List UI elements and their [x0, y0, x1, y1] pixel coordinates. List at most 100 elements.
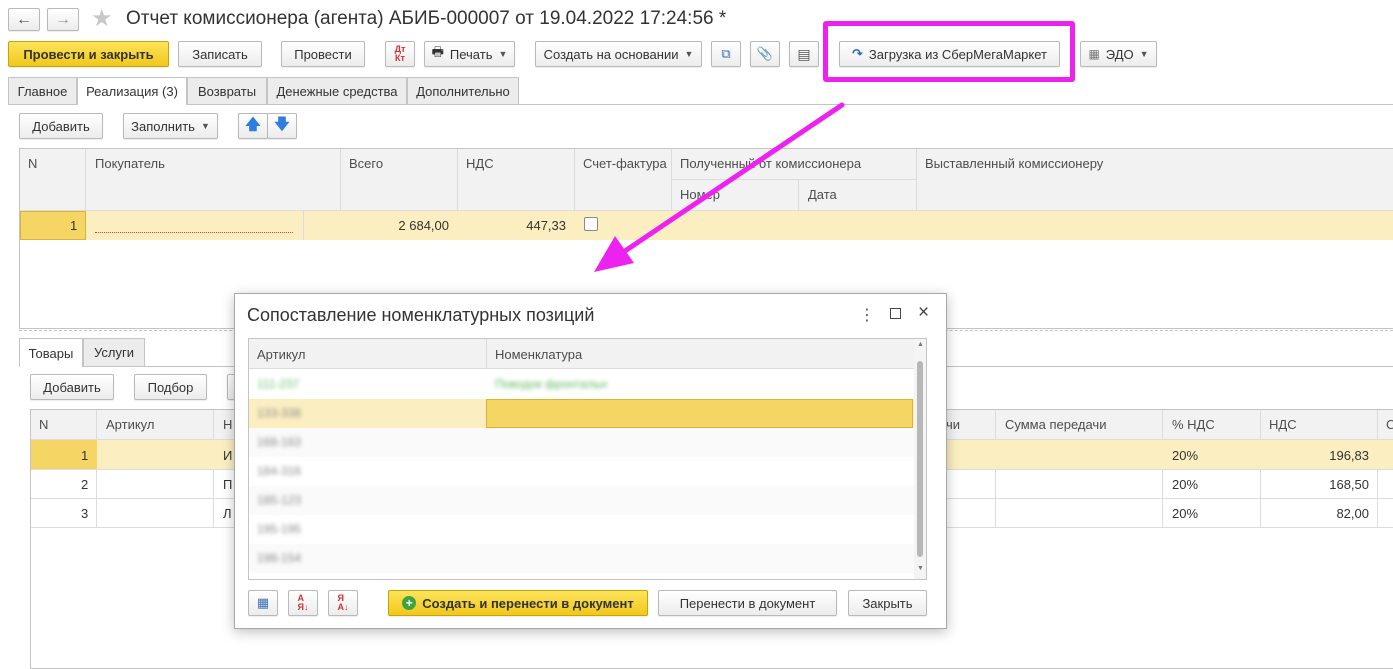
arrow-right-icon: → [55, 10, 71, 28]
tab-services[interactable]: Услуги [83, 338, 145, 366]
sales-fill-button[interactable]: Заполнить ▼ [123, 113, 218, 139]
col-article: Артикул [257, 347, 306, 362]
scroll-up-icon[interactable]: ▲ [917, 341, 924, 348]
vat-cell[interactable]: 196,83 [1329, 448, 1369, 463]
structure-button[interactable]: ⧉ [711, 41, 741, 67]
row-number: 3 [81, 506, 89, 521]
nomenclature-cell[interactable]: Л [223, 506, 232, 521]
col-nomenclature: Номенклатура [495, 347, 583, 362]
dialog-title: Сопоставление номенклатурных позиций [247, 305, 595, 325]
transfer-button[interactable]: Перенести в документ [658, 590, 837, 616]
vat-cell[interactable]: 82,00 [1336, 506, 1369, 521]
sort-desc-button[interactable]: Я А↓ [328, 590, 358, 616]
sort-asc-button[interactable]: А Я↓ [288, 590, 318, 616]
row-number: 1 [70, 218, 78, 233]
row-number: 1 [81, 448, 89, 463]
edo-label: ЭДО [1105, 46, 1134, 62]
arrow-down-icon: 🡇 [274, 115, 290, 133]
create-based-button[interactable]: Создать на основании ▼ [535, 41, 702, 67]
close-icon[interactable]: × [918, 302, 929, 324]
maximize-icon[interactable] [890, 308, 901, 319]
chevron-down-icon: ▼ [498, 49, 508, 59]
divider [486, 339, 487, 369]
fill-label: Заполнить [131, 118, 195, 134]
scroll-thumb[interactable] [917, 361, 923, 557]
list-item[interactable] [249, 428, 914, 457]
col-nomenclature: Н [223, 417, 233, 432]
chevron-down-icon: ▼ [684, 49, 694, 59]
scroll-down-icon[interactable]: ▼ [917, 565, 924, 572]
select-label: Подбор [147, 379, 194, 395]
dialog-tool-button[interactable]: ▦ [248, 590, 278, 616]
create-and-transfer-button[interactable]: + Создать и перенести в документ [388, 590, 648, 616]
vat-cell[interactable]: 447,33 [526, 218, 566, 233]
tab-main[interactable]: Главное [8, 77, 77, 104]
save-button[interactable]: Записать [178, 41, 262, 67]
page-title: Отчет комиссионера (агента) АБИБ-000007 … [126, 8, 727, 29]
goods-add-button[interactable]: Добавить [30, 374, 114, 400]
tab-label: Дополнительно [416, 83, 510, 99]
move-down-button[interactable]: 🡇 [267, 113, 297, 139]
print-label: Печать [449, 46, 493, 62]
move-up-button[interactable]: 🡅 [238, 113, 268, 139]
vat-rate-cell[interactable]: 20% [1172, 448, 1198, 463]
edo-button[interactable]: ▦ ЭДО ▼ [1080, 41, 1157, 67]
col-vat-rate: % НДС [1172, 417, 1215, 432]
article-cell: 133-338 [257, 406, 302, 420]
arrow-left-icon: ← [16, 10, 32, 28]
attach-button[interactable]: 📎 [750, 41, 780, 67]
more-options-icon[interactable]: ⋮ [859, 305, 875, 325]
create-based-label: Создать на основании [543, 46, 679, 62]
tab-returns[interactable]: Возвраты [187, 77, 267, 104]
article-cell: 198-154 [257, 551, 302, 565]
post-and-close-button[interactable]: Провести и закрыть [8, 41, 169, 67]
tab-label: Услуги [94, 345, 134, 360]
close-button[interactable]: Закрыть [848, 590, 927, 616]
nomenclature-selected-cell[interactable] [486, 399, 913, 428]
total-cell[interactable]: 2 684,00 [398, 218, 449, 233]
article-cell: 184-316 [257, 464, 302, 478]
forward-button[interactable]: → [47, 8, 79, 31]
print-button[interactable]: 🖶 Печать ▼ [424, 41, 515, 67]
tab-money[interactable]: Денежные средства [267, 77, 407, 104]
article-cell: 168-163 [257, 435, 302, 449]
tab-goods[interactable]: Товары [19, 338, 83, 367]
list-item[interactable] [249, 457, 914, 486]
buyer-field[interactable] [95, 218, 293, 233]
col-vat: НДС [1269, 417, 1297, 432]
back-button[interactable]: ← [8, 8, 40, 31]
tab-label: Реализация (3) [86, 84, 178, 99]
goods-select-button[interactable]: Подбор [134, 374, 207, 400]
sort-desc-icon: Я А↓ [337, 593, 349, 612]
col-total: Всего [349, 156, 384, 171]
report-button[interactable]: ▤ [789, 41, 819, 67]
post-button[interactable]: Провести [281, 41, 365, 67]
list-item[interactable] [249, 544, 914, 573]
col-buyer: Покупатель [95, 156, 165, 171]
tab-sales[interactable]: Реализация (3) [77, 77, 187, 105]
save-label: Записать [192, 46, 248, 62]
vat-rate-cell[interactable]: 20% [1172, 506, 1198, 521]
tab-label: Товары [28, 345, 74, 361]
nomenclature-cell[interactable]: И [223, 448, 232, 463]
dt-kt-button[interactable]: Дт Кт [385, 41, 415, 67]
vat-cell[interactable]: 168,50 [1329, 477, 1369, 492]
transfer-label: Перенести в документ [679, 595, 816, 611]
paperclip-icon: 📎 [756, 46, 774, 61]
edo-icon: ▦ [1088, 47, 1100, 61]
mapping-dialog: Сопоставление номенклатурных позиций ⋮ ×… [234, 293, 947, 629]
sales-add-button[interactable]: Добавить [19, 113, 103, 139]
col-extra: С [1386, 417, 1393, 432]
favorite-star-icon[interactable]: ★ [91, 4, 113, 33]
sort-asc-icon: А Я↓ [297, 593, 309, 612]
nomenclature-cell[interactable]: П [223, 477, 232, 492]
tab-additional[interactable]: Дополнительно [407, 77, 519, 104]
post-and-close-label: Провести и закрыть [23, 46, 154, 62]
list-item[interactable] [249, 515, 914, 544]
list-item[interactable] [249, 486, 914, 515]
vat-rate-cell[interactable]: 20% [1172, 477, 1198, 492]
add-label: Добавить [43, 379, 101, 395]
nomenclature-cell: Поводок фронтальн [495, 377, 607, 391]
scrollbar[interactable]: ▲ ▼ [914, 339, 926, 579]
structure-icon: ⧉ [721, 46, 731, 61]
